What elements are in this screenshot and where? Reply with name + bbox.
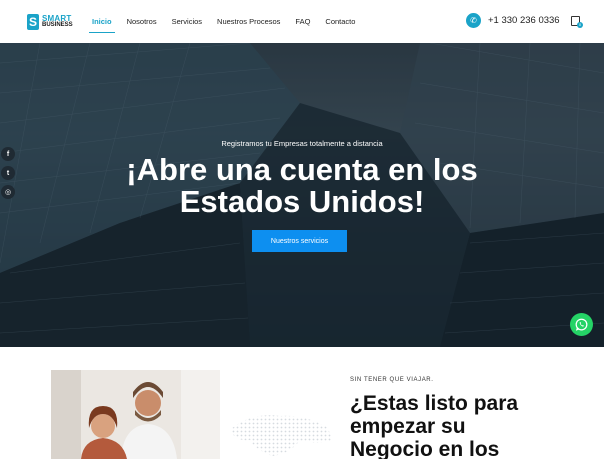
section-title-line1: ¿Estas listo para [350,392,519,415]
services-button[interactable]: Nuestros servicios [252,230,347,252]
nav-item-faq[interactable]: FAQ [295,17,310,26]
phone-contact[interactable]: ✆ +1 330 236 0336 [466,13,560,28]
phone-icon: ✆ [466,13,481,28]
nav-item-servicios[interactable]: Servicios [172,17,202,26]
main-nav: Inicio Nosotros Servicios Nuestros Proce… [89,17,370,33]
brand-logo[interactable]: SMART BUSINESS [27,14,73,30]
team-photo-illustration [51,370,220,459]
hero-subtitle: Registramos tu Empresas totalmente a dis… [221,139,383,148]
section-kicker: SIN TENER QUE VIAJAR. [350,377,434,383]
nav-item-contacto[interactable]: Contacto [325,17,355,26]
logo-icon [27,14,39,30]
phone-number: +1 330 236 0336 [488,15,560,26]
hero-title-line2: Estados Unidos! [179,184,425,219]
hero-title: ¡Abre una cuenta en los Estados Unidos! [0,154,604,218]
team-photo [51,370,220,459]
section-title-line3: Negocio en los [350,438,500,459]
section-title-line2: empezar su [350,415,466,438]
whatsapp-glyph-icon [575,318,588,331]
whatsapp-icon[interactable] [570,313,593,336]
hero-section: f t ◎ Registramos tu Empresas totalmente… [0,43,604,347]
site-header: SMART BUSINESS Inicio Nosotros Servicios… [0,0,604,43]
cart-count-badge: 0 [577,22,583,28]
section-title: ¿Estas listo para empezar su Negocio en … [350,392,570,459]
nav-item-nosotros[interactable]: Nosotros [127,17,157,26]
nav-item-inicio[interactable]: Inicio [89,17,115,33]
shopping-bag-icon[interactable]: 0 [571,16,583,28]
nav-item-procesos[interactable]: Nuestros Procesos [217,17,280,26]
brand-line2: BUSINESS [42,22,73,28]
brand-name: SMART BUSINESS [42,15,73,29]
hero-title-line1: ¡Abre una cuenta en los [126,152,478,187]
dotted-world-map [230,415,332,456]
brand-line1: SMART [42,14,72,23]
